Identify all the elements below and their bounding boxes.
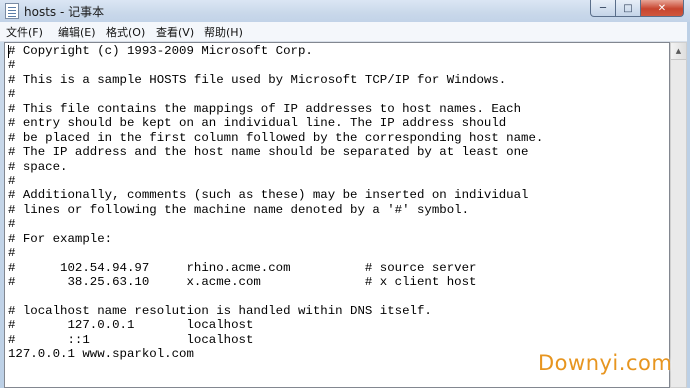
- scroll-up-arrow-icon[interactable]: ▲: [671, 43, 686, 60]
- menu-file[interactable]: 文件(F): [6, 24, 43, 40]
- title-bar[interactable]: hosts - 记事本 ─ □ ✕: [0, 0, 690, 22]
- text-line: 127.0.0.1 www.sparkol.com: [8, 347, 194, 362]
- text-line: # localhost name resolution is handled w…: [8, 303, 432, 318]
- text-line: #: [8, 173, 16, 188]
- notepad-window: hosts - 记事本 ─ □ ✕ 文件(F) 编辑(E) 格式(O) 查看(V…: [0, 0, 690, 388]
- notepad-icon: [5, 3, 19, 19]
- text-line: #: [8, 246, 16, 261]
- text-line: # 127.0.0.1 localhost: [8, 318, 254, 333]
- minimize-button[interactable]: ─: [590, 0, 616, 17]
- menu-view[interactable]: 查看(V): [156, 24, 194, 40]
- text-line: # be placed in the first column followed…: [8, 130, 544, 145]
- text-line: #: [8, 217, 16, 232]
- menu-bar: 文件(F) 编辑(E) 格式(O) 查看(V) 帮助(H): [0, 22, 690, 42]
- window-title: hosts - 记事本: [24, 5, 105, 19]
- text-line: [8, 289, 543, 303]
- text-line: # entry should be kept on an individual …: [8, 116, 507, 131]
- maximize-button[interactable]: □: [616, 0, 641, 17]
- text-line: #: [8, 87, 16, 102]
- text-line: # 102.54.94.97 rhino.acme.com # source s…: [8, 260, 477, 275]
- text-line: # 38.25.63.10 x.acme.com # x client host: [8, 275, 477, 289]
- menu-format[interactable]: 格式(O): [106, 24, 145, 40]
- text-line: # This file contains the mappings of IP …: [8, 101, 522, 116]
- editor-content[interactable]: # Copyright (c) 1993-2009 Microsoft Corp…: [8, 44, 543, 362]
- text-editor[interactable]: # Copyright (c) 1993-2009 Microsoft Corp…: [4, 42, 670, 388]
- text-line: # space.: [8, 159, 68, 174]
- watermark-logo: Downyi.com: [538, 351, 673, 375]
- window-controls: ─ □ ✕: [590, 0, 684, 18]
- vertical-scrollbar[interactable]: ▲: [670, 42, 687, 388]
- text-line: #: [8, 58, 16, 73]
- close-button[interactable]: ✕: [641, 0, 684, 17]
- text-caret: [8, 45, 9, 58]
- text-line: # For example:: [8, 231, 113, 246]
- text-line: # lines or following the machine name de…: [8, 202, 470, 217]
- menu-edit[interactable]: 编辑(E): [58, 24, 96, 40]
- text-line: # The IP address and the host name shoul…: [8, 145, 529, 160]
- text-line: # Copyright (c) 1993-2009 Microsoft Corp…: [8, 44, 313, 58]
- text-line: # Additionally, comments (such as these)…: [8, 188, 529, 203]
- text-line: # This is a sample HOSTS file used by Mi…: [8, 72, 507, 87]
- text-line: # ::1 localhost: [8, 332, 254, 347]
- menu-help[interactable]: 帮助(H): [204, 24, 243, 40]
